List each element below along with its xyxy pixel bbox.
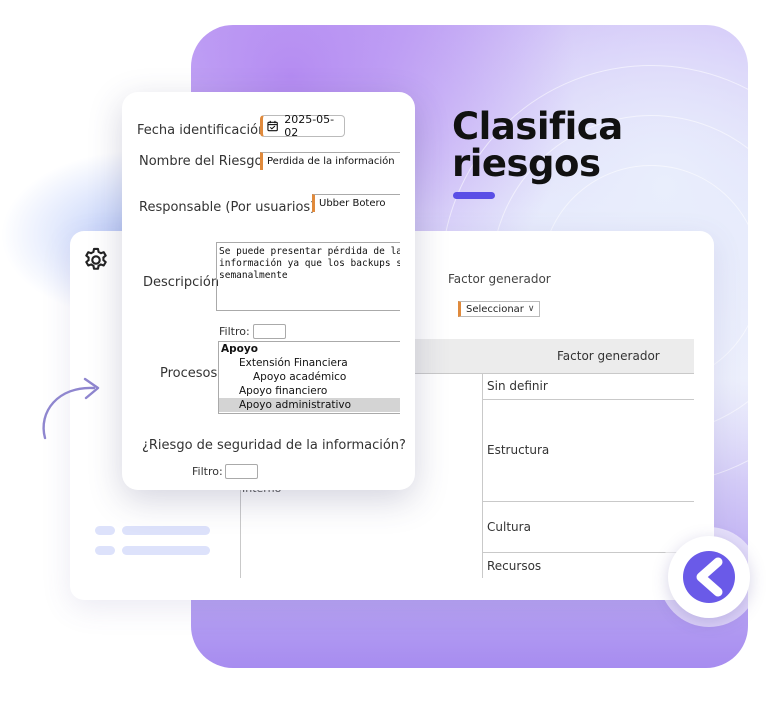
fecha-input[interactable]: 2025-05-02 — [260, 113, 345, 139]
sidebar-skeleton — [95, 526, 115, 535]
list-item-selected[interactable]: Apoyo administrativo — [219, 398, 400, 412]
table-divider — [483, 501, 694, 502]
headline-line2: riesgos — [452, 142, 601, 185]
sidebar-skeleton — [122, 546, 210, 555]
table-row[interactable]: Recursos — [487, 559, 541, 573]
responsable-input[interactable]: Ubber Botero — [312, 194, 400, 212]
filtro2-input[interactable] — [225, 464, 258, 479]
table-header-label: Factor generador — [557, 349, 660, 363]
fecha-label: Fecha identificación — [137, 123, 267, 138]
filtro2-label: Filtro: — [192, 465, 223, 478]
list-item[interactable]: Apoyo académico — [219, 370, 400, 384]
headline-underline — [453, 192, 495, 199]
factor-select-value: Seleccionar — [466, 303, 524, 315]
list-item[interactable]: Extensión Financiera — [219, 356, 400, 370]
procesos-listbox[interactable]: Apoyo Extensión Financiera Apoyo académi… — [218, 341, 400, 414]
table-row[interactable]: Cultura — [487, 520, 531, 534]
nombre-label: Nombre del Riesgo — [139, 154, 263, 169]
descripcion-textarea[interactable]: Se puede presentar pérdida de la informa… — [216, 242, 400, 311]
list-item[interactable]: Apoyo — [219, 342, 400, 356]
table-row[interactable]: Sin definir — [487, 379, 548, 393]
list-item[interactable]: Apoyo financiero — [219, 384, 400, 398]
headline-line1: Clasifica — [452, 105, 623, 148]
curved-arrow-icon — [42, 377, 100, 440]
factor-label: Factor generador — [448, 272, 551, 286]
brand-badge — [668, 536, 750, 618]
filtro-label: Filtro: — [219, 325, 250, 338]
descripcion-label: Descripción — [143, 275, 220, 290]
responsable-value: Ubber Botero — [319, 198, 386, 209]
table-divider — [483, 552, 694, 553]
nombre-value: Perdida de la información — [267, 156, 395, 167]
seguridad-label: ¿Riesgo de seguridad de la información? — [142, 438, 406, 453]
headline: Clasifica riesgos — [452, 108, 623, 182]
sidebar-skeleton — [122, 526, 210, 535]
fecha-value: 2025-05-02 — [284, 113, 335, 139]
calendar-icon — [267, 120, 278, 132]
table-divider — [482, 374, 483, 578]
responsable-label: Responsable (Por usuarios) — [139, 200, 316, 215]
table-divider — [483, 399, 694, 400]
gear-icon[interactable] — [82, 246, 110, 274]
table-row[interactable]: Estructura — [487, 443, 549, 457]
brand-logo-icon — [683, 551, 735, 603]
filtro-input[interactable] — [253, 324, 286, 339]
factor-select[interactable]: Seleccionar ∨ — [458, 301, 540, 317]
sidebar-skeleton — [95, 546, 115, 555]
nombre-input[interactable]: Perdida de la información — [260, 152, 400, 170]
procesos-label: Procesos — [160, 366, 218, 381]
chevron-down-icon: ∨ — [527, 304, 535, 314]
